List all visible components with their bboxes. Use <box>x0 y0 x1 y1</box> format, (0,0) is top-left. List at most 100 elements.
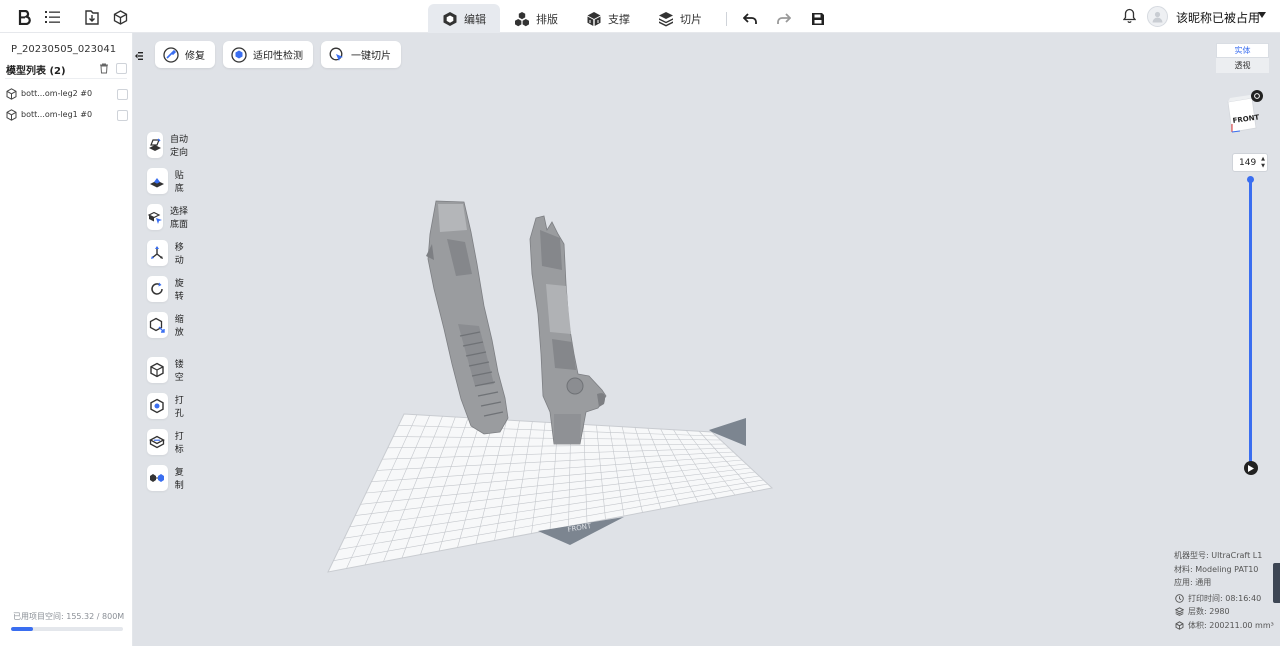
view-cube[interactable]: FRONT <box>1224 88 1270 138</box>
tool-scale[interactable]: 缩放 <box>147 311 189 339</box>
import-file-icon[interactable] <box>83 8 101 26</box>
tool-duplicate[interactable]: 复制 <box>147 464 189 492</box>
user-menu-caret-icon[interactable] <box>1258 12 1266 18</box>
duplicate-icon <box>149 470 165 486</box>
model-cube-icon[interactable] <box>111 8 129 26</box>
tool-hollow[interactable]: 镂空 <box>147 356 189 384</box>
tool-duplicate-label: 复制 <box>174 468 184 491</box>
volume-info: 体积: 200211.00 mm³ <box>1188 620 1274 630</box>
layer-spinner-icon[interactable]: ▲ ▼ <box>1261 156 1265 170</box>
view-mode-toggle: 实体 透视 <box>1216 43 1269 73</box>
tool-rotate-label: 旋转 <box>174 279 184 302</box>
tool-select-bottom[interactable]: 选择底面 <box>147 203 189 231</box>
tool-punch-hole[interactable]: 打孔 <box>147 392 189 420</box>
tab-edit[interactable]: 编辑 <box>428 4 500 33</box>
tab-layout[interactable]: 排版 <box>500 4 572 33</box>
layer-slider-track[interactable] <box>1249 180 1252 468</box>
space-used-bar <box>11 627 123 631</box>
model-bottom-leg1[interactable] <box>529 215 607 445</box>
tab-slice[interactable]: 切片 <box>644 4 716 33</box>
list-divider <box>5 78 127 79</box>
main-tabs: 编辑 排版 支撑 切片 <box>428 4 831 33</box>
tab-edit-label: 编辑 <box>464 12 486 26</box>
machine-info: 机器型号: UltraCraft L1 <box>1174 551 1263 560</box>
layer-number-input[interactable]: 149 ▲ ▼ <box>1232 153 1268 172</box>
repair-icon <box>163 46 179 63</box>
model-bottom-leg2[interactable] <box>426 200 509 435</box>
volume-icon <box>1174 621 1184 630</box>
select-all-checkbox[interactable] <box>116 63 127 74</box>
tab-support[interactable]: 支撑 <box>572 4 644 33</box>
build-plate: FRONT <box>327 413 774 573</box>
layer-count-info: 层数: 2980 <box>1188 607 1230 616</box>
view-mode-solid[interactable]: 实体 <box>1216 43 1269 58</box>
model-cube-icon <box>6 109 17 121</box>
model-list-item[interactable]: bott...om-leg2 #0 <box>5 86 129 104</box>
app-logo-icon[interactable] <box>16 8 34 26</box>
top-bar: 编辑 排版 支撑 切片 该昵称已被占用 <box>0 0 1280 33</box>
layer-slider-handle[interactable] <box>1247 176 1254 183</box>
repair-button[interactable]: 修复 <box>155 41 215 68</box>
select-bottom-icon <box>147 209 163 225</box>
space-used-fill <box>11 627 33 631</box>
trash-icon[interactable] <box>99 63 109 74</box>
tab-layout-label: 排版 <box>536 12 558 26</box>
avatar[interactable] <box>1147 6 1168 27</box>
printability-check-icon <box>231 46 247 63</box>
top-tools: 修复 适印性检测 一键切片 <box>155 41 401 68</box>
one-click-slice-button[interactable]: 一键切片 <box>321 41 401 68</box>
repair-label: 修复 <box>185 51 205 62</box>
support-icon <box>586 11 602 27</box>
play-layers-button[interactable] <box>1244 461 1258 475</box>
tool-auto-orient[interactable]: 自动定向 <box>147 131 189 159</box>
username[interactable]: 该昵称已被占用 <box>1176 9 1260 26</box>
tool-move[interactable]: 移动 <box>147 239 189 267</box>
layout-icon <box>514 11 530 27</box>
redo-icon <box>777 12 791 25</box>
save-icon <box>811 12 825 26</box>
tool-lay-flat-label: 贴底 <box>174 171 184 194</box>
printability-check-label: 适印性检测 <box>253 51 303 62</box>
punch-hole-icon <box>149 398 165 414</box>
tool-lay-flat[interactable]: 贴底 <box>147 167 189 195</box>
clock-icon <box>1174 594 1184 603</box>
tool-label-label: 打标 <box>174 432 184 455</box>
one-click-slice-label: 一键切片 <box>351 51 391 62</box>
layer-number-value: 149 <box>1239 157 1257 168</box>
undo-button[interactable] <box>737 6 763 32</box>
save-button[interactable] <box>805 6 831 32</box>
tool-punch-hole-label: 打孔 <box>174 396 184 419</box>
printability-check-button[interactable]: 适印性检测 <box>223 41 313 68</box>
side-panel-handle[interactable] <box>1273 563 1280 603</box>
menu-list-icon[interactable] <box>44 8 62 26</box>
view-mode-transparent[interactable]: 透视 <box>1216 58 1269 73</box>
rotate-icon <box>149 281 165 297</box>
auto-orient-icon <box>147 137 163 153</box>
one-click-slice-icon <box>329 47 345 63</box>
layers-icon <box>1174 607 1184 617</box>
slice-icon <box>658 11 674 27</box>
3d-viewport[interactable]: FRONT <box>134 34 1280 646</box>
model-name: bott...om-leg1 #0 <box>21 110 93 119</box>
model-checkbox[interactable] <box>117 110 128 121</box>
tool-label[interactable]: 打标 <box>147 428 189 456</box>
toolbar-divider <box>726 11 727 26</box>
model-list-title: 模型列表 (2) <box>6 66 66 77</box>
reset-view-icon <box>1251 90 1263 102</box>
model-cube-icon <box>6 88 17 100</box>
redo-button[interactable] <box>771 6 797 32</box>
tool-move-label: 移动 <box>174 243 184 266</box>
undo-icon <box>743 12 757 25</box>
tool-rotate[interactable]: 旋转 <box>147 275 189 303</box>
tab-slice-label: 切片 <box>680 12 702 26</box>
tool-auto-orient-label: 自动定向 <box>170 135 189 158</box>
model-sidebar: P_20230505_023041 模型列表 (2) bott...om-leg… <box>0 33 133 646</box>
tool-hollow-label: 镂空 <box>174 360 184 383</box>
notification-bell-icon[interactable] <box>1123 8 1136 23</box>
print-time-info: 打印时间: 08:16:40 <box>1188 593 1262 603</box>
model-name: bott...om-leg2 #0 <box>21 89 93 98</box>
model-list-item[interactable]: bott...om-leg1 #0 <box>5 107 129 125</box>
tab-support-label: 支撑 <box>608 12 630 26</box>
model-checkbox[interactable] <box>117 89 128 100</box>
scene-canvas[interactable]: FRONT <box>134 34 1280 646</box>
